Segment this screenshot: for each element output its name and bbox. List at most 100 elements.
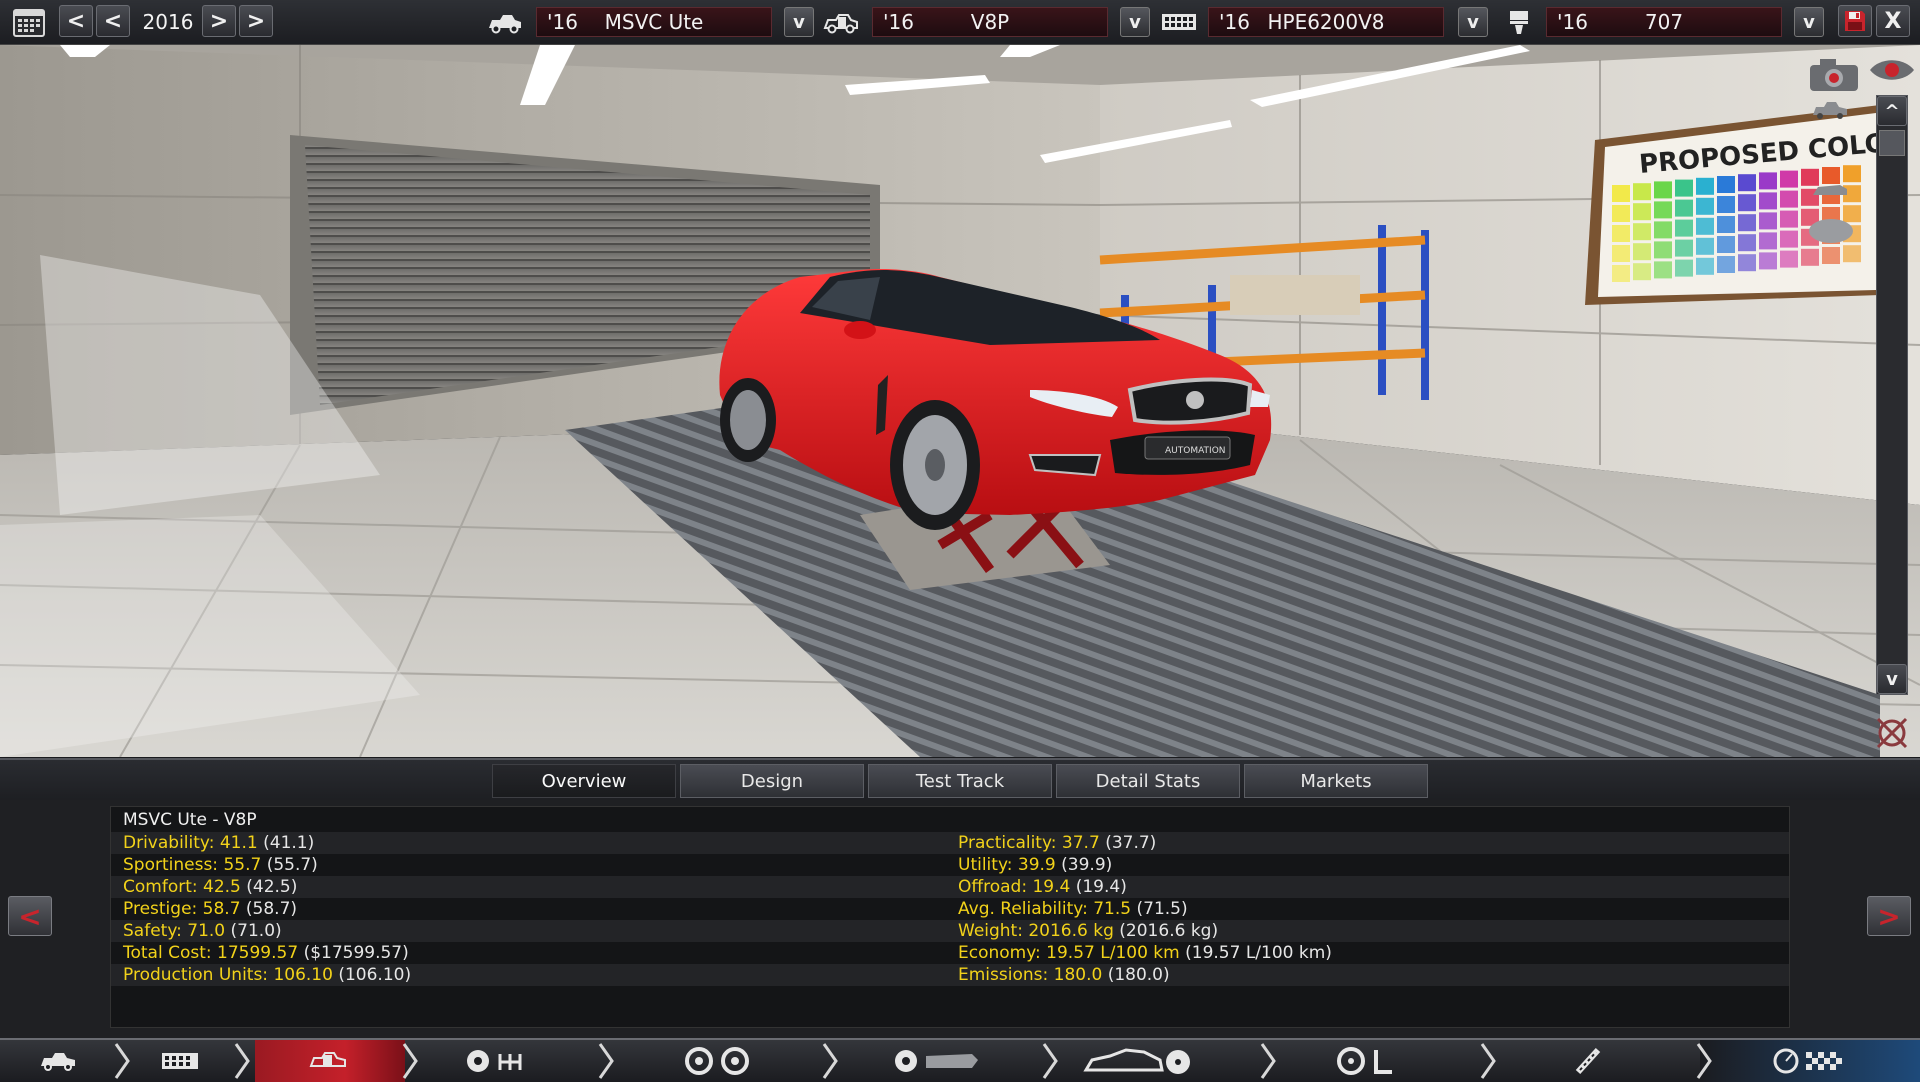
stat-value: Economy: 19.57 L/100 km [958,943,1180,963]
stage-separator-chevron [402,1043,418,1079]
stat-previous-value: (180.0) [1107,965,1170,985]
color-swatch [1612,205,1630,222]
scroll-thumb[interactable] [1879,130,1905,156]
engine-family-dropdown-button[interactable]: v [1458,7,1488,37]
color-swatch [1612,245,1630,262]
color-swatch [1633,223,1651,241]
piston-icon [1510,11,1528,34]
trim-dropdown-button[interactable]: v [1120,7,1150,37]
stat-previous-value: ($17599.57) [303,943,409,963]
stat-right: Weight: 2016.6 kg (2016.6 kg) [958,921,1218,941]
close-button[interactable]: X [1876,5,1910,37]
car-side-view-icon[interactable] [1810,175,1850,205]
color-swatch [1717,216,1735,233]
stat-left: Comfort: 42.5 (42.5) [123,877,297,897]
year-back-button[interactable]: < [96,5,130,37]
color-swatch [1780,170,1798,188]
stat-value: Comfort: 42.5 [123,877,241,897]
color-swatch [1633,183,1651,201]
year-back-fast-button[interactable]: < [59,5,93,37]
stat-previous-value: (19.57 L/100 km) [1185,943,1332,963]
engine-family-name: HPE6200V8 [1267,10,1385,34]
stat-left: Drivability: 41.1 (41.1) [123,833,314,853]
stage-separator-chevron [598,1043,614,1079]
color-swatch [1633,263,1651,281]
stat-row: Prestige: 58.7 (58.7) Avg. Reliability: 7… [111,898,1789,920]
stat-row: Safety: 71.0 (71.0) Weight: 2016.6 kg (20… [111,920,1789,942]
color-swatch [1738,174,1756,192]
tab-markets[interactable]: Markets [1244,764,1428,798]
stat-left: Safety: 71.0 (71.0) [123,921,282,941]
stats-panel: MSVC Ute - V8P Drivability: 41.1 (41.1) P… [110,806,1790,1028]
color-swatch [1696,197,1714,215]
color-swatch [1633,203,1651,221]
previous-car-button[interactable]: < [8,896,52,936]
overview-panel: < > MSVC Ute - V8P Drivability: 41.1 (41… [0,800,1920,1038]
tab-detail-stats[interactable]: Detail Stats [1056,764,1240,798]
color-swatch [1759,212,1777,230]
engine-stage-icon[interactable] [160,1048,200,1074]
car-rotate-icon[interactable] [1806,213,1856,247]
stat-value: Safety: 71.0 [123,921,226,941]
stat-previous-value: (42.5) [246,877,298,897]
stat-row: Sportiness: 55.7 (55.7) Utility: 39.9 (39… [111,854,1789,876]
aero-stage-icon[interactable] [1082,1044,1192,1078]
save-icon [1845,11,1865,31]
stat-value: Offroad: 19.4 [958,877,1071,897]
testing-stage-icon[interactable] [1772,1046,1852,1076]
model-selector[interactable]: '16 MSVC Ute [536,7,772,37]
engine-family-selector[interactable]: '16 HPE6200V8 [1208,7,1444,37]
tab-overview[interactable]: Overview [492,764,676,798]
color-swatch [1759,192,1777,210]
car-viewport[interactable]: PROPOSED COLO AUTOMATION ^ v [0,45,1920,757]
suspension-stage-icon[interactable] [1568,1046,1608,1076]
zoom-scrollbar[interactable]: ^ v [1876,95,1908,695]
color-swatch [1738,234,1756,252]
tab-design[interactable]: Design [680,764,864,798]
color-swatch [1612,265,1630,282]
camera-icon[interactable] [1806,55,1862,95]
stage-separator-chevron [1260,1043,1276,1079]
color-swatch [1675,219,1693,237]
save-button[interactable] [1838,5,1872,37]
stat-previous-value: (58.7) [245,899,298,919]
trim-selector[interactable]: '16 V8P [872,7,1108,37]
color-swatch [1738,194,1756,212]
color-swatch [1696,217,1714,235]
steering-stage-icon[interactable] [1336,1046,1396,1076]
scroll-down-button[interactable]: v [1877,664,1907,694]
color-swatch [1717,196,1735,213]
color-swatch [1780,250,1798,268]
engine-variant-selector[interactable]: '16 707 [1546,7,1782,37]
stat-right: Economy: 19.57 L/100 km (19.57 L/100 km) [958,943,1332,963]
color-swatch [1843,245,1861,263]
trim-stage-icon[interactable] [308,1048,348,1074]
body-stage-icon[interactable] [892,1048,982,1074]
color-swatch [1780,230,1798,248]
reset-camera-icon[interactable] [1872,713,1912,753]
stat-previous-value: (71.0) [230,921,282,941]
color-swatch [1717,176,1735,193]
engine-variant-name: 707 [1644,10,1684,34]
front-badge: AUTOMATION [1165,446,1226,456]
eye-icon[interactable] [1868,55,1916,85]
stat-left: Prestige: 58.7 (58.7) [123,899,297,919]
scroll-up-button[interactable]: ^ [1877,96,1907,126]
engine-design-stage-icon[interactable] [464,1048,536,1074]
year-forward-button[interactable]: > [202,5,236,37]
stage-separator-chevron [1480,1043,1496,1079]
calendar-icon[interactable] [10,5,48,39]
stage-separator-chevron [114,1043,130,1079]
tab-test-track[interactable]: Test Track [868,764,1052,798]
design-stage-bar [0,1038,1920,1082]
engine-variant-dropdown-button[interactable]: v [1794,7,1824,37]
wheels-stage-icon[interactable] [682,1046,754,1076]
stat-row: Total Cost: 17599.57 ($17599.57) Economy:… [111,942,1789,964]
color-swatch [1654,181,1672,199]
next-car-button[interactable]: > [1867,896,1911,936]
model-dropdown-button[interactable]: v [784,7,814,37]
car-view-icon[interactable] [1810,97,1850,123]
car-model-stage-icon[interactable] [38,1048,78,1074]
year-forward-fast-button[interactable]: > [239,5,273,37]
color-swatch [1633,243,1651,261]
